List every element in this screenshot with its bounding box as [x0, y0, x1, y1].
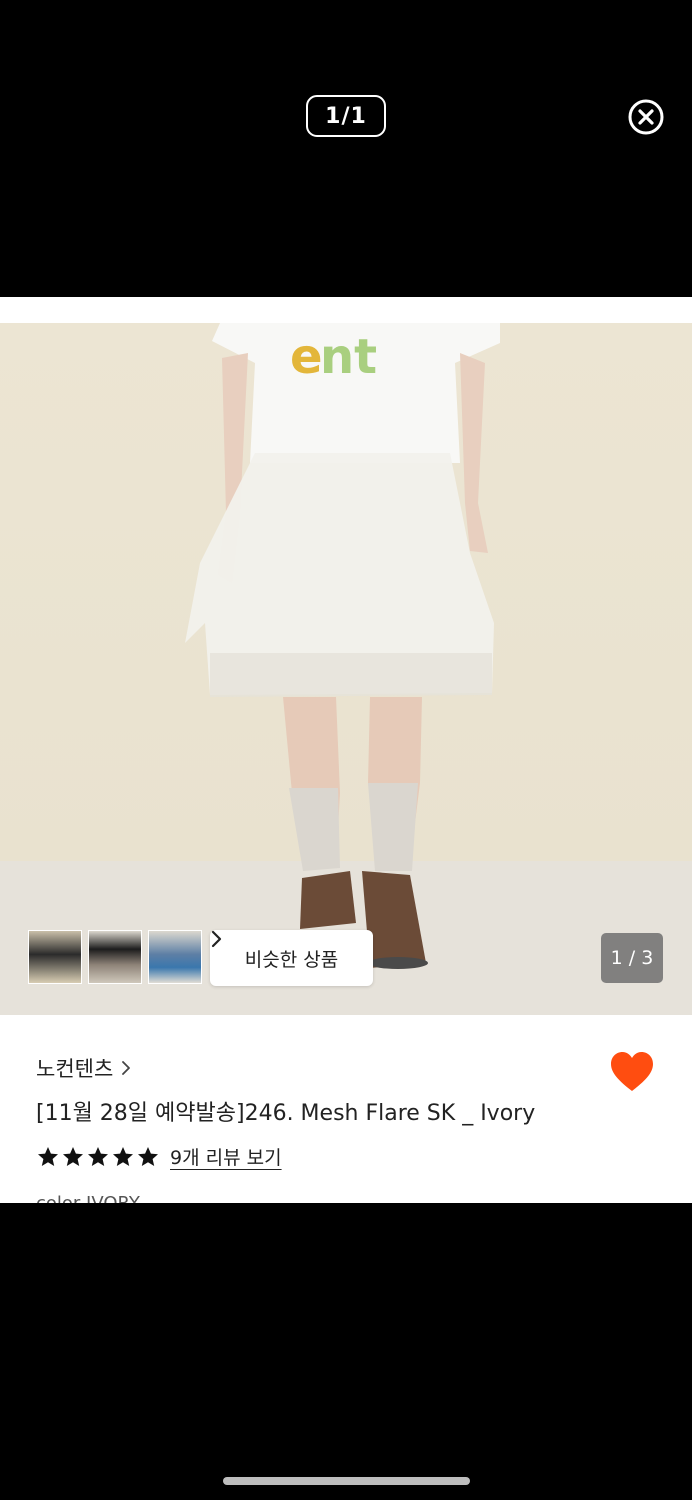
similar-products-label: 비슷한 상품	[244, 948, 339, 971]
thumbnail-1[interactable]	[28, 930, 82, 984]
product-screenshot: e nt 비슷한 상품 1 / 3 노컨텐츠 [11월 28일 예약발송]246…	[0, 297, 692, 1203]
close-icon[interactable]	[627, 98, 665, 136]
chevron-right-icon	[211, 930, 222, 948]
star-icon	[113, 1146, 133, 1166]
thumbnail-3[interactable]	[148, 930, 202, 984]
star-icon	[138, 1146, 158, 1166]
thumbnail-2[interactable]	[88, 930, 142, 984]
svg-text:e: e	[290, 329, 323, 385]
product-info: 노컨텐츠 [11월 28일 예약발송]246. Mesh Flare SK _ …	[0, 1015, 692, 1203]
brand-name: 노컨텐츠	[36, 1057, 114, 1081]
thumbnail-strip	[28, 930, 202, 984]
star-icon	[88, 1146, 108, 1166]
option-cutoff-text: color IVORY	[36, 1193, 140, 1203]
image-viewer-header: 1/1	[0, 0, 692, 297]
page-indicator: 1/1	[306, 95, 386, 137]
star-icon	[63, 1146, 83, 1166]
brand-link[interactable]: 노컨텐츠	[36, 1053, 131, 1083]
model-illustration: e nt	[0, 323, 692, 1015]
svg-text:nt: nt	[320, 329, 377, 385]
rating-stars	[36, 1145, 160, 1169]
image-counter: 1 / 3	[601, 933, 663, 983]
heart-icon[interactable]	[609, 1051, 655, 1093]
reviews-link[interactable]: 9개 리뷰 보기	[170, 1143, 282, 1170]
home-indicator	[223, 1477, 470, 1485]
chevron-right-icon	[122, 1061, 131, 1075]
product-title: [11월 28일 예약발송]246. Mesh Flare SK _ Ivory	[36, 1101, 536, 1126]
similar-products-button[interactable]: 비슷한 상품	[210, 930, 373, 986]
product-image[interactable]: e nt 비슷한 상품 1 / 3	[0, 323, 692, 1015]
star-icon	[38, 1146, 58, 1166]
rating-row: 9개 리뷰 보기	[36, 1143, 282, 1170]
